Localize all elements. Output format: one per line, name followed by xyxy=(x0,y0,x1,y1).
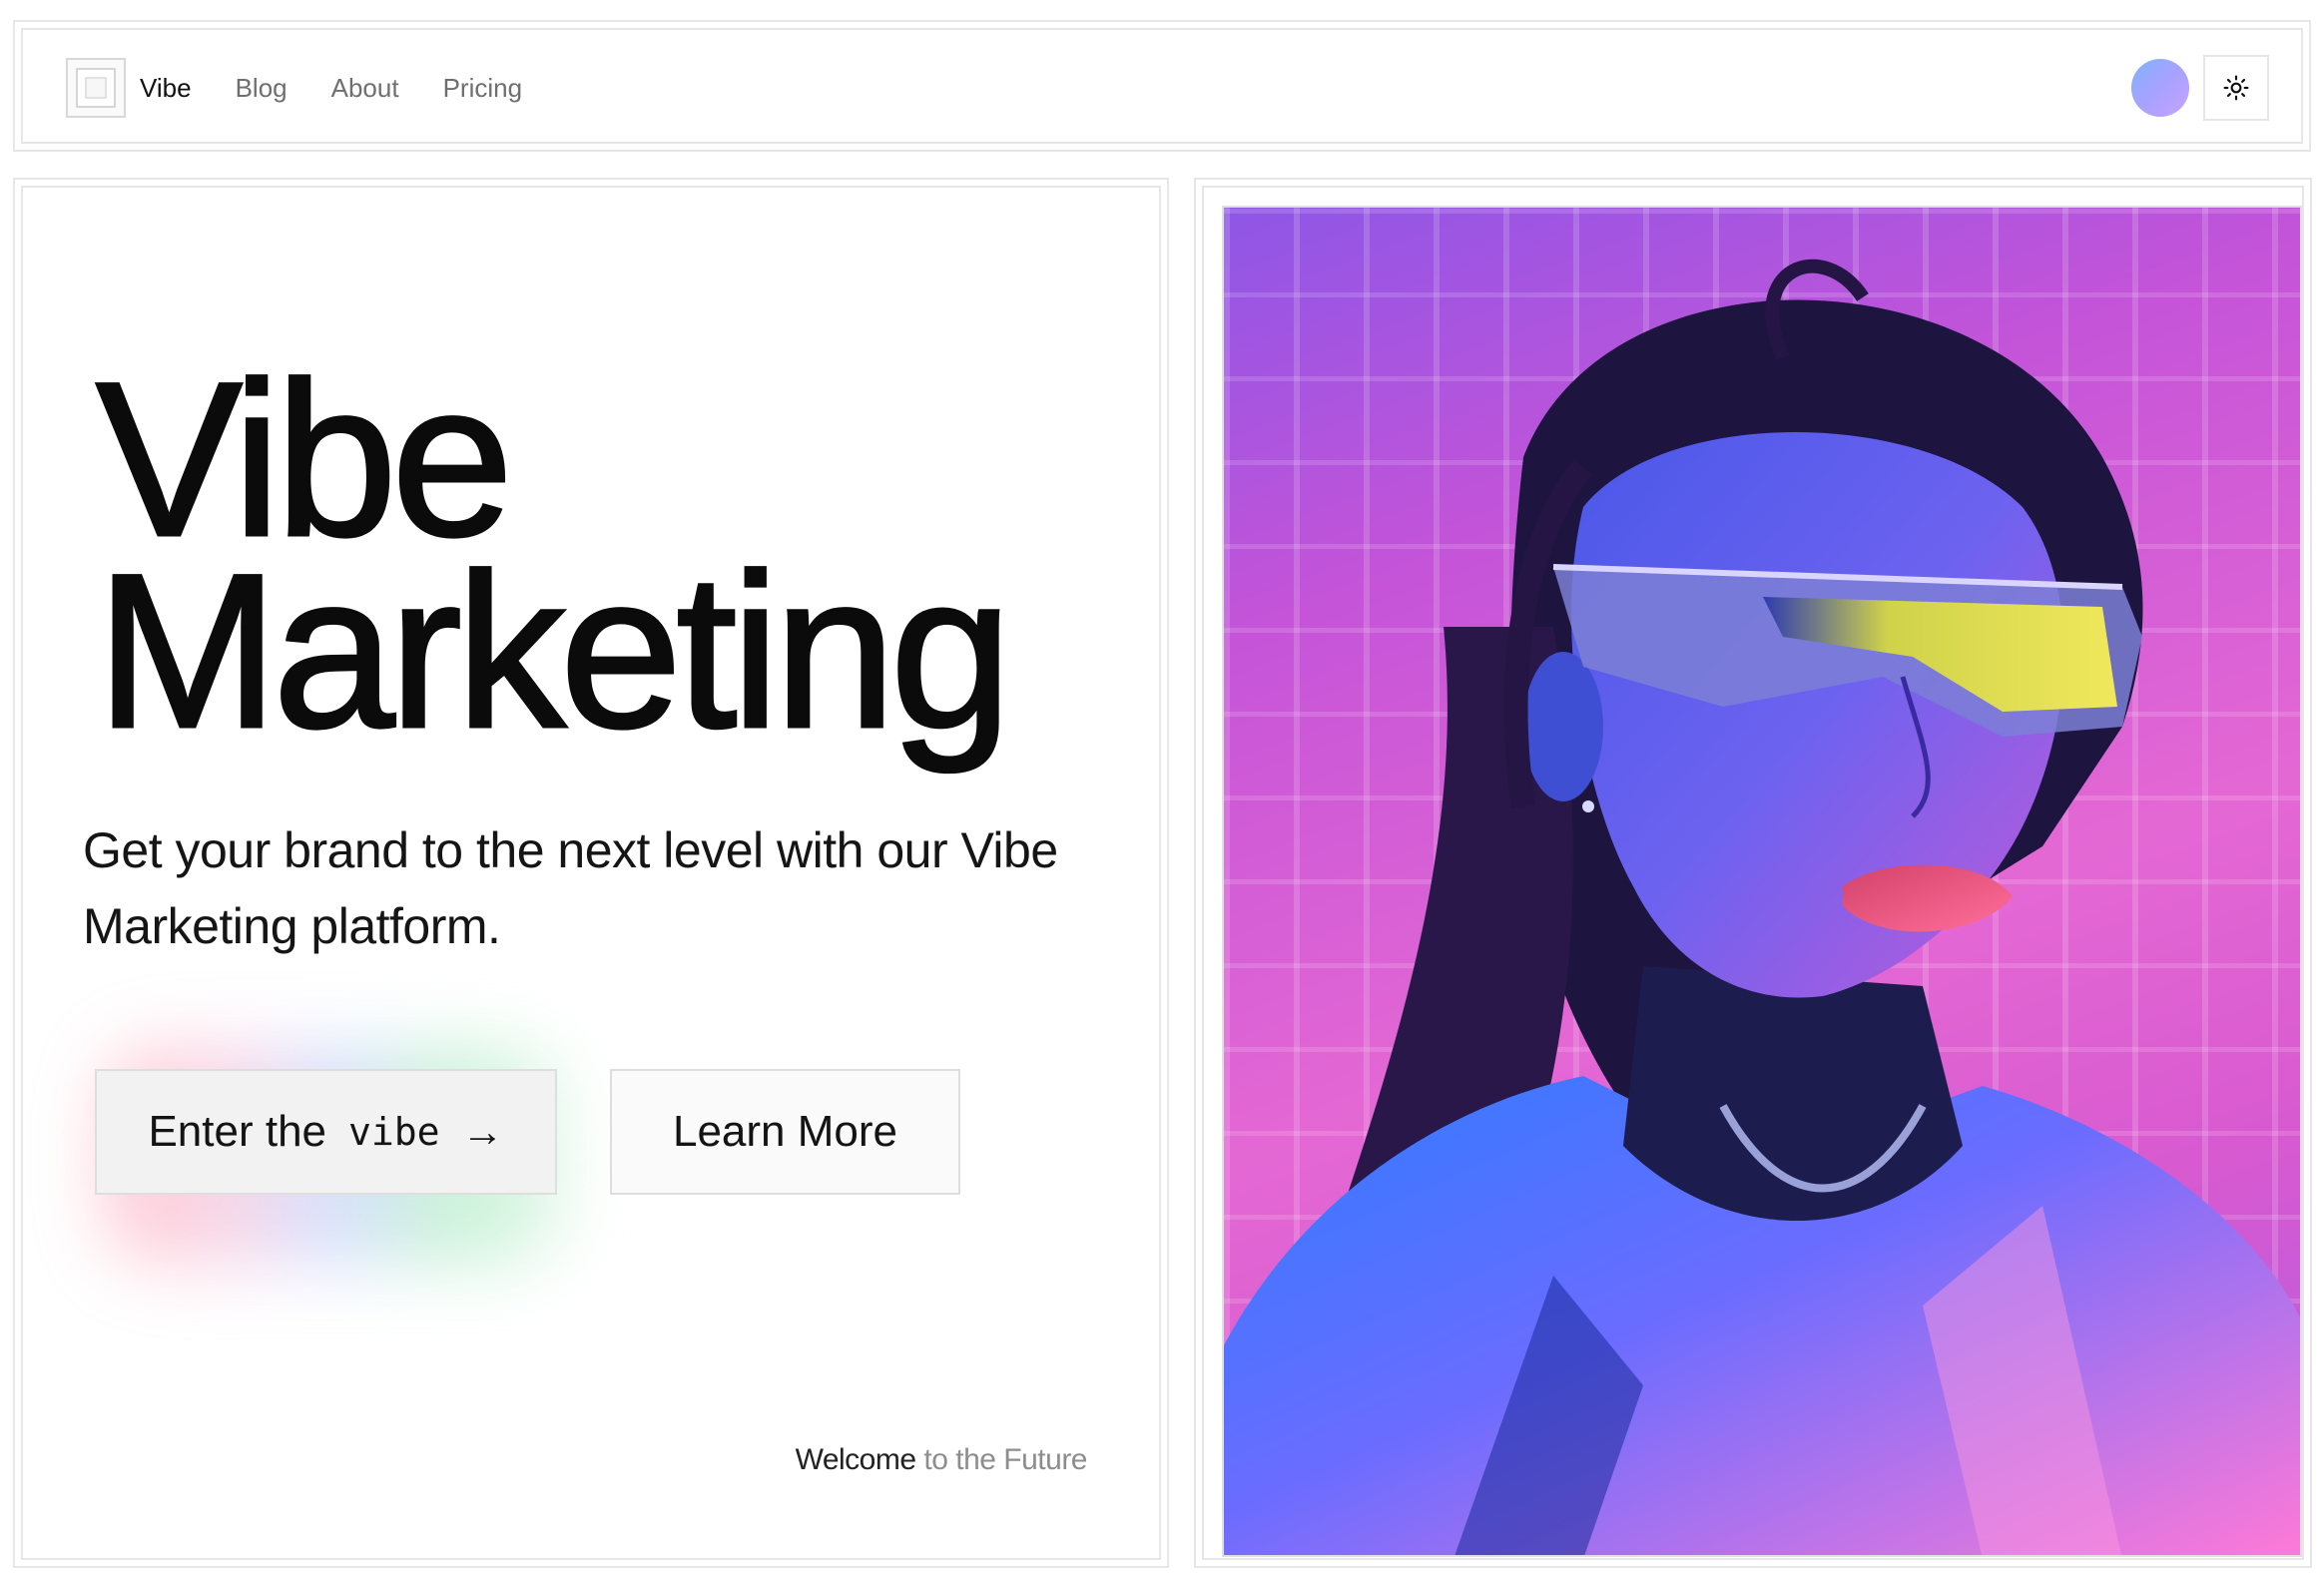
sun-icon xyxy=(2223,75,2249,101)
hero-panel: Vibe Marketing Get your brand to the nex… xyxy=(13,178,1169,1568)
hero-title: Vibe Marketing xyxy=(95,336,1014,774)
enter-the-vibe-button[interactable]: Enter the vibe → xyxy=(95,1069,557,1195)
hero-title-line-1: Vibe xyxy=(95,336,515,582)
hero-title-line-2: Marketing xyxy=(95,528,1014,774)
logo-icon[interactable] xyxy=(66,58,126,118)
nav-link-about[interactable]: About xyxy=(331,73,399,104)
enter-button-accent: vibe xyxy=(348,1110,440,1154)
footer-tagline: Welcome to the Future xyxy=(795,1443,1088,1477)
hero-panel-inner: Vibe Marketing Get your brand to the nex… xyxy=(21,186,1161,1560)
nav-link-vibe[interactable]: Vibe xyxy=(140,73,192,104)
tagline-muted: to the Future xyxy=(923,1443,1087,1476)
tagline-strong: Welcome xyxy=(795,1443,916,1476)
image-panel xyxy=(1194,178,2312,1568)
top-navbar: Vibe Blog About Pricing xyxy=(13,20,2311,152)
enter-button-label: Enter the xyxy=(148,1107,327,1156)
hero-photo xyxy=(1222,206,2302,1557)
hero-subtitle: Get your brand to the next level with ou… xyxy=(83,822,1058,954)
nav-link-blog[interactable]: Blog xyxy=(236,73,288,104)
navbar-inner: Vibe Blog About Pricing xyxy=(21,28,2303,144)
arrow-right-icon: → xyxy=(461,1108,504,1155)
learn-more-button[interactable]: Learn More xyxy=(610,1069,960,1195)
nav-link-pricing[interactable]: Pricing xyxy=(443,73,522,104)
hero-photo-illustration xyxy=(1224,259,2300,1555)
theme-toggle-button[interactable] xyxy=(2203,55,2269,121)
nav-links: Vibe Blog About Pricing xyxy=(140,30,522,146)
learn-more-label: Learn More xyxy=(672,1107,897,1156)
avatar[interactable] xyxy=(2131,59,2189,117)
image-panel-inner xyxy=(1202,186,2304,1560)
